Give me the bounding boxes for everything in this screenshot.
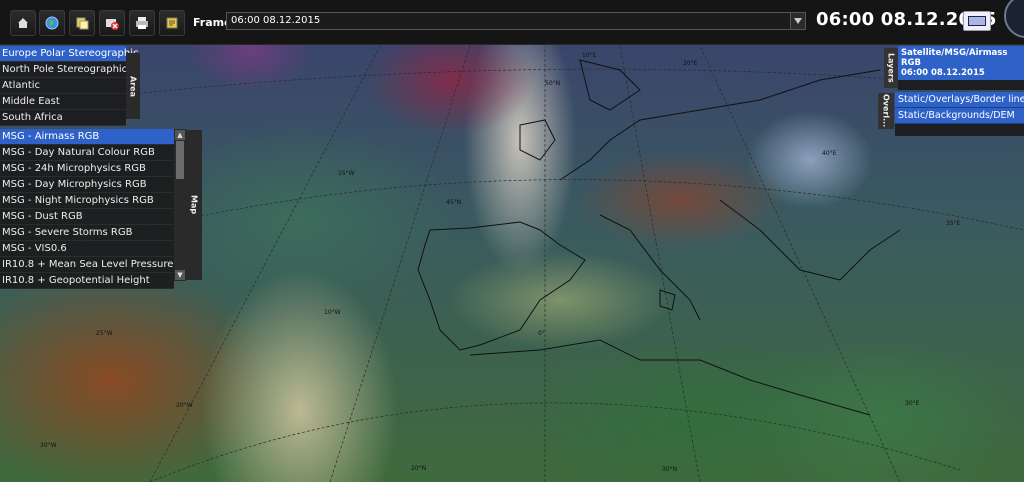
area-list: Europe Polar Stereographic North Pole St… — [0, 46, 138, 126]
animation-toggle-button[interactable] — [963, 11, 991, 31]
overlays-tab[interactable]: Overl... — [878, 93, 894, 129]
printer-icon — [136, 17, 148, 29]
area-item-middle-east[interactable]: Middle East — [0, 94, 126, 110]
overlay-item-dem[interactable]: Static/Backgrounds/DEM — [895, 108, 1024, 124]
overlay-item-border-lines[interactable]: Static/Overlays/Border lines — [895, 92, 1024, 108]
map-tab[interactable]: Map — [186, 130, 202, 280]
map-label-35e: 35°E — [946, 220, 961, 227]
layers-panel: Satellite/MSG/Airmass RGB 06:00 08.12.20… — [898, 46, 1024, 90]
map-label-20e: 20°E — [683, 60, 698, 67]
map-label-0: 0° — [538, 330, 545, 337]
map-label-50n: 50°N — [545, 80, 561, 87]
copy-button[interactable] — [69, 10, 95, 36]
product-item-severe-storms[interactable]: MSG - Severe Storms RGB — [0, 225, 174, 241]
map-label-40e: 40°E — [822, 150, 837, 157]
area-item-europe-polar[interactable]: Europe Polar Stereographic — [0, 46, 138, 62]
map-label-20n: 20°N — [411, 465, 427, 472]
map-label-10w: 10°W — [324, 309, 341, 316]
print-button[interactable] — [129, 10, 155, 36]
clear-button[interactable] — [99, 10, 125, 36]
map-label-10e: 10°E — [582, 52, 597, 59]
product-item-dust[interactable]: MSG - Dust RGB — [0, 209, 174, 225]
scroll-down-icon[interactable]: ▼ — [175, 270, 185, 280]
product-item-24h-microphysics[interactable]: MSG - 24h Microphysics RGB — [0, 161, 174, 177]
map-label-20w: 20°W — [176, 402, 193, 409]
map-label-25w: 25°W — [96, 330, 113, 337]
corner-control-knob[interactable] — [1004, 0, 1024, 38]
globe-button[interactable] — [39, 10, 65, 36]
frame-dropdown-value: 06:00 08.12.2015 — [231, 15, 321, 26]
product-item-night-microphysics[interactable]: MSG - Night Microphysics RGB — [0, 193, 174, 209]
area-tab[interactable]: Area — [126, 53, 140, 119]
map-label-45n: 45°N — [446, 199, 462, 206]
layer-item-airmass[interactable]: Satellite/MSG/Airmass RGB 06:00 08.12.20… — [898, 46, 1024, 80]
area-item-north-pole[interactable]: North Pole Stereographic — [0, 62, 127, 78]
legend-button[interactable] — [159, 10, 185, 36]
map-label-15w: 15°W — [338, 170, 355, 177]
home-icon — [18, 18, 28, 28]
map-label-30e: 30°E — [905, 400, 920, 407]
product-item-ir108-geopotential[interactable]: IR10.8 + Geopotential Height — [0, 273, 174, 289]
top-toolbar: Frame 06:00 08.12.2015 06:00 08.12.2015 — [0, 0, 1024, 45]
scrollbar-thumb[interactable] — [176, 141, 184, 179]
map-label-30w: 30°W — [40, 442, 57, 449]
map-list-scrollbar[interactable]: ▲ ▼ — [174, 129, 186, 281]
frame-dropdown[interactable]: 06:00 08.12.2015 — [226, 12, 806, 30]
area-item-south-africa[interactable]: South Africa — [0, 110, 126, 126]
chevron-down-icon[interactable] — [790, 13, 805, 29]
clear-icon — [106, 19, 119, 30]
overlays-panel: Static/Overlays/Border lines Static/Back… — [895, 92, 1024, 136]
area-item-atlantic[interactable]: Atlantic — [0, 78, 126, 94]
product-item-airmass[interactable]: MSG - Airmass RGB — [0, 129, 174, 145]
map-label-30n: 30°N — [662, 466, 678, 473]
product-item-day-microphysics[interactable]: MSG - Day Microphysics RGB — [0, 177, 174, 193]
product-item-vis06[interactable]: MSG - VIS0.6 — [0, 241, 174, 257]
layers-tab[interactable]: Layers — [884, 48, 898, 88]
copy-icon — [76, 17, 89, 30]
product-item-ir108-mslp[interactable]: IR10.8 + Mean Sea Level Pressure — [0, 257, 174, 273]
product-item-natural-colour[interactable]: MSG - Day Natural Colour RGB — [0, 145, 174, 161]
layer-title: Satellite/MSG/Airmass RGB — [901, 48, 1008, 68]
scroll-up-icon[interactable]: ▲ — [175, 130, 185, 140]
layer-time: 06:00 08.12.2015 — [901, 68, 985, 78]
legend-icon — [166, 17, 178, 29]
map-product-list: MSG - Airmass RGB MSG - Day Natural Colo… — [0, 129, 174, 289]
globe-icon — [45, 16, 59, 30]
home-view-button[interactable] — [10, 10, 36, 36]
